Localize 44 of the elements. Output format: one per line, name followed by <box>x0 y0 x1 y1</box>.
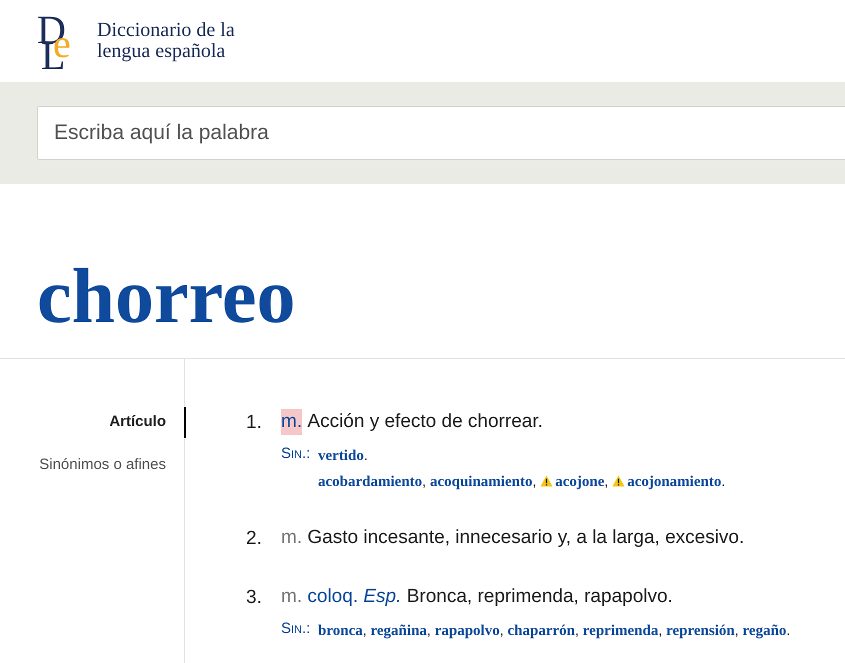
synonym-link[interactable]: acojonamiento <box>627 474 722 490</box>
usage-abbreviation[interactable]: coloq. <box>307 584 358 610</box>
punctuation: , <box>426 622 431 638</box>
punctuation: , <box>734 622 739 638</box>
punctuation: , <box>532 473 536 489</box>
region-abbreviation[interactable]: Esp. <box>363 584 402 610</box>
synonym-link[interactable]: vertido <box>318 448 364 464</box>
synonym-link[interactable]: regañina <box>370 622 427 638</box>
synonym-link[interactable]: acojone <box>555 474 604 490</box>
definition-number: 1. <box>246 411 263 435</box>
punctuation: , <box>422 473 426 489</box>
definition-text: Bronca, reprimenda, rapapolvo. <box>406 584 673 608</box>
synonym-link[interactable]: acoquinamiento <box>430 474 532 490</box>
punctuation: , <box>658 622 662 638</box>
grammar-abbreviation: m. <box>281 526 302 550</box>
sidebar-tab[interactable]: Sinónimos o afines <box>0 450 186 480</box>
grammar-abbreviation: m. <box>281 584 302 608</box>
punctuation: , <box>362 622 367 638</box>
warning-icon <box>612 475 626 487</box>
logo-title[interactable]: Diccionario de la lengua española <box>97 20 235 62</box>
punctuation: , <box>500 622 504 638</box>
definition-text: Gasto incesante, innecesario y, a la larga, excesivo. <box>307 526 744 550</box>
warning-icon <box>540 475 554 487</box>
synonym-link[interactable]: reprensión <box>666 622 735 638</box>
synonym-link[interactable]: bronca <box>318 622 363 638</box>
sidebar-tab[interactable]: Artículo <box>0 407 186 438</box>
punctuation: . <box>786 622 790 638</box>
synonym-link[interactable]: reprimenda <box>582 622 658 638</box>
punctuation: . <box>364 447 368 463</box>
punctuation: , <box>575 622 579 638</box>
definition-number: 3. <box>246 586 263 610</box>
search-field[interactable]: Escriba aquí la palabra <box>37 106 845 160</box>
punctuation: . <box>721 473 726 489</box>
synonyms-label: Sin.: <box>281 618 312 638</box>
punctuation: , <box>604 473 608 489</box>
synonyms-label: Sin.: <box>281 444 312 464</box>
synonym-link[interactable]: acobardamiento <box>318 474 422 490</box>
definition-text: Acción y efecto de chorrear. <box>307 410 543 434</box>
synonym-link[interactable]: chaparrón <box>508 622 575 638</box>
synonym-link[interactable]: regaño <box>742 622 786 638</box>
synonym-link[interactable]: rapapolvo <box>434 622 500 638</box>
definition-number: 2. <box>246 527 263 551</box>
headword: chorreo <box>37 251 296 335</box>
grammar-abbreviation: m. <box>281 409 302 435</box>
